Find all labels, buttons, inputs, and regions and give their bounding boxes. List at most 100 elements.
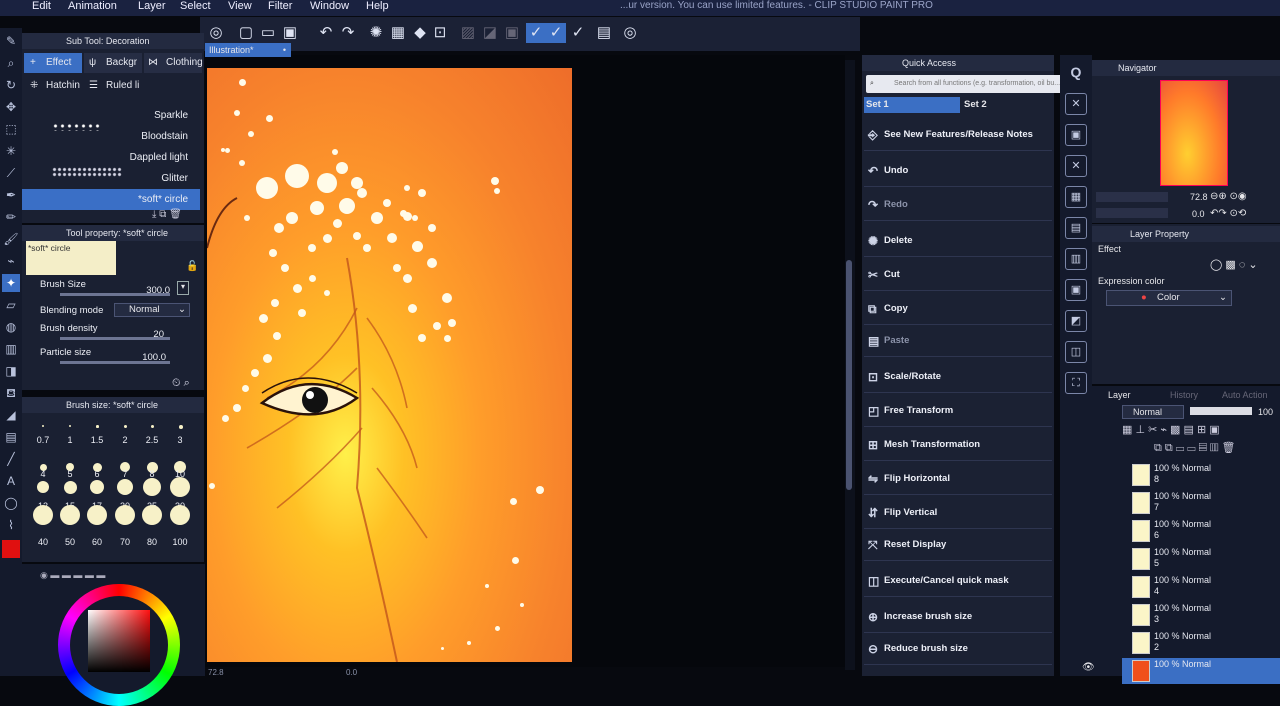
- brush-size-swatch[interactable]: [90, 480, 104, 494]
- qa-item-increase-brush-size[interactable]: ⊕ Increase brush size: [864, 601, 1052, 633]
- brush-size-swatch[interactable]: [142, 505, 162, 525]
- tool-settings-icon[interactable]: ⏲ ⌕: [172, 377, 190, 390]
- navigator-preview[interactable]: [1160, 80, 1228, 186]
- menu-layer[interactable]: Layer: [138, 0, 166, 12]
- tab-layer[interactable]: Layer: [1108, 390, 1131, 400]
- open-file-icon[interactable]: ▭: [258, 23, 278, 43]
- qa-item-flip-vertical[interactable]: ⇵ Flip Vertical: [864, 497, 1052, 529]
- companion-icon[interactable]: ◎: [620, 23, 640, 43]
- brush-size-swatch[interactable]: [63, 480, 77, 494]
- menu-filter[interactable]: Filter: [268, 0, 292, 12]
- brush-size-swatch[interactable]: [87, 505, 107, 525]
- material-5-icon[interactable]: ▤: [1065, 217, 1087, 239]
- quick-access-icon[interactable]: Q: [1065, 62, 1087, 84]
- material-icon[interactable]: ✕: [1065, 93, 1087, 115]
- auto-select-icon[interactable]: ✳: [2, 142, 20, 160]
- particle-size-slider[interactable]: [60, 361, 170, 364]
- clear-outside-icon[interactable]: ▦: [388, 23, 408, 43]
- show-selection-icon[interactable]: ▣: [502, 23, 522, 43]
- transform-icon[interactable]: ⊡: [430, 23, 450, 43]
- canvas-scrollbar[interactable]: [845, 60, 855, 670]
- opacity-slider[interactable]: [1190, 407, 1252, 415]
- new-file-icon[interactable]: ▢: [236, 23, 256, 43]
- brush-size-swatch[interactable]: [170, 477, 190, 497]
- layer-row[interactable]: 100 % Normal 5: [1122, 546, 1280, 572]
- fill-icon[interactable]: ◆: [410, 23, 430, 43]
- brush-item-sparkle[interactable]: Sparkle: [22, 105, 200, 126]
- menu-select[interactable]: Select: [180, 0, 211, 12]
- lock-icon[interactable]: 🔓: [186, 261, 198, 272]
- zoom-slider[interactable]: [1096, 192, 1168, 202]
- layer-row[interactable]: 100 % Normal: [1122, 658, 1280, 684]
- layer-action-icons[interactable]: ⧉ ⧉ ▭ ▭ ▤ ▥ 🗑: [1154, 441, 1236, 455]
- material-4-icon[interactable]: ▦: [1065, 186, 1087, 208]
- blend-icon[interactable]: ◍: [2, 318, 20, 336]
- clipboard-icon[interactable]: ▤: [594, 23, 614, 43]
- saturation-value-square[interactable]: [88, 610, 150, 672]
- tab-hatching[interactable]: ⁜ Hatchin: [24, 76, 82, 96]
- menu-edit[interactable]: Edit: [32, 0, 51, 12]
- qa-item-see-new-features-release-notes[interactable]: ⎆ See New Features/Release Notes: [864, 119, 1052, 151]
- brush-item-dappled-light[interactable]: Dappled light: [22, 147, 200, 168]
- eraser-icon[interactable]: ▱: [2, 296, 20, 314]
- qa-item-scale-rotate[interactable]: ⊡ Scale/Rotate: [864, 361, 1052, 393]
- brush-size-slider[interactable]: [60, 293, 170, 296]
- pencil-icon[interactable]: ✏: [2, 208, 20, 226]
- qa-item-reduce-brush-size[interactable]: ⊖ Reduce brush size: [864, 633, 1052, 665]
- qa-item-free-transform[interactable]: ◰ Free Transform: [864, 395, 1052, 427]
- qa-item-cut[interactable]: ✂ Cut: [864, 259, 1052, 291]
- blending-mode-select[interactable]: Normal ⌄: [114, 303, 190, 317]
- clear-icon[interactable]: ✺: [366, 23, 386, 43]
- qa-item-delete[interactable]: ✺ Delete: [864, 225, 1052, 257]
- main-color-swatch[interactable]: [2, 540, 20, 558]
- layer-row[interactable]: 100 % Normal 4: [1122, 574, 1280, 600]
- layer-blend-select[interactable]: Normal: [1122, 405, 1184, 419]
- brush-size-swatch[interactable]: [37, 481, 49, 493]
- tab-background[interactable]: ψ Backgr: [84, 53, 142, 73]
- text-icon[interactable]: A: [2, 472, 20, 490]
- layer-row[interactable]: 100 % Normal 2: [1122, 630, 1280, 656]
- eyedropper-icon[interactable]: ⟋: [2, 164, 20, 182]
- ruler-icon[interactable]: ╱: [2, 450, 20, 468]
- brush-size-swatch[interactable]: [117, 479, 133, 495]
- undo-icon[interactable]: ↶: [316, 23, 336, 43]
- pen-tool-icon[interactable]: ✎: [2, 32, 20, 50]
- brush-item-bloodstain[interactable]: Bloodstain: [22, 126, 200, 147]
- tab-illustration[interactable]: Illustration* •: [205, 43, 291, 57]
- qa-item-undo[interactable]: ↶ Undo: [864, 155, 1052, 187]
- subtool-actions[interactable]: ⤓ ⧉ 🗑: [152, 209, 182, 220]
- visibility-eye-icon[interactable]: 👁: [1082, 662, 1095, 673]
- canvas-document[interactable]: [207, 68, 572, 662]
- snap-grid-icon[interactable]: ✓: [568, 23, 588, 43]
- tab-history[interactable]: History: [1170, 390, 1198, 400]
- tab-ruled-line[interactable]: ☰ Ruled li: [84, 76, 142, 96]
- layer-row[interactable]: 100 % Normal 3: [1122, 602, 1280, 628]
- tab-set1[interactable]: Set 1: [864, 97, 960, 113]
- material-6-icon[interactable]: ▥: [1065, 248, 1087, 270]
- bucket-icon[interactable]: ⛾: [2, 384, 20, 402]
- tab-auto-action[interactable]: Auto Action: [1222, 390, 1268, 400]
- layer-row[interactable]: 100 % Normal 8: [1122, 462, 1280, 488]
- brush-size-swatch[interactable]: [143, 478, 161, 496]
- quick-access-search-input[interactable]: ⌕ Search from all functions (e.g. transfo…: [866, 75, 1062, 93]
- scrollbar-thumb[interactable]: [846, 260, 852, 490]
- material-10-icon[interactable]: ⛶: [1065, 372, 1087, 394]
- tab-effect[interactable]: + Effect: [24, 53, 82, 73]
- material-9-icon[interactable]: ◫: [1065, 341, 1087, 363]
- pen-icon[interactable]: ✒: [2, 186, 20, 204]
- fill-tool-icon[interactable]: ▥: [2, 340, 20, 358]
- brush-size-swatch[interactable]: [60, 505, 80, 525]
- menu-view[interactable]: View: [228, 0, 252, 12]
- layer-tool-icons[interactable]: ▦ ⊥ ✂ ⌁ ▩ ▤ ⊞ ▣: [1122, 423, 1220, 436]
- rotate-tool-icon[interactable]: ↻: [2, 76, 20, 94]
- menu-help[interactable]: Help: [366, 0, 389, 12]
- layer-row[interactable]: 100 % Normal 7: [1122, 490, 1280, 516]
- decoration-icon[interactable]: ✦: [2, 274, 20, 292]
- qa-item-paste[interactable]: ▤ Paste: [864, 325, 1052, 357]
- snap-ruler-icon[interactable]: ✓: [526, 23, 546, 43]
- brush-item-soft-circle[interactable]: *soft* circle: [22, 189, 200, 210]
- expression-color-select[interactable]: ● Color ⌄: [1106, 290, 1232, 306]
- balloon-icon[interactable]: ◯: [2, 494, 20, 512]
- navigator-zoom[interactable]: 72.8: [1190, 192, 1208, 202]
- zoom-buttons-icon[interactable]: ⊖⊕ ⊙◉: [1210, 191, 1247, 202]
